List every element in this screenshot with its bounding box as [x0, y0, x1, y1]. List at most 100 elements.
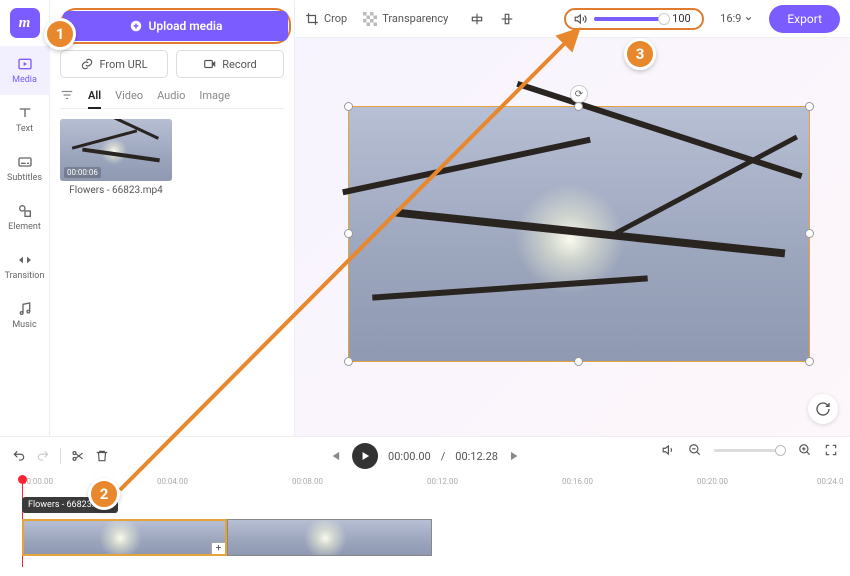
rail-label: Element [8, 222, 41, 232]
current-time: 00:00.00 [388, 450, 431, 463]
play-button[interactable] [352, 443, 378, 469]
subtitles-icon [16, 154, 34, 170]
video-track: + [22, 519, 432, 556]
resize-handle-se[interactable] [805, 357, 814, 366]
refresh-icon [815, 401, 831, 417]
ruler-tick: 00:24.0 [817, 477, 844, 486]
rail-item-transition[interactable]: Transition [0, 242, 50, 291]
media-icon [16, 56, 34, 72]
ratio-value: 16:9 [720, 12, 741, 25]
separator [60, 448, 61, 464]
transparency-label: Transparency [382, 12, 448, 25]
ruler-tick: 00:08.00 [292, 477, 323, 486]
left-nav-rail: m Media Text Subtitles Element Transitio… [0, 0, 50, 436]
volume-control[interactable]: 100 [564, 8, 704, 30]
rail-item-music[interactable]: Music [0, 291, 50, 340]
total-time: 00:12.28 [455, 450, 498, 463]
upload-media-button[interactable]: Upload media [63, 11, 288, 41]
plus-circle-icon [129, 19, 143, 33]
rail-item-media[interactable]: Media [0, 46, 50, 95]
fit-button[interactable] [824, 443, 838, 457]
rail-label: Music [12, 320, 36, 330]
link-icon [80, 57, 94, 71]
delete-button[interactable] [95, 449, 109, 463]
tab-image[interactable]: Image [199, 89, 230, 102]
mute-button[interactable] [662, 443, 676, 457]
video-preview-frame[interactable]: ⟳ [348, 106, 810, 362]
transition-icon [16, 252, 34, 268]
play-icon [359, 450, 371, 462]
canvas-toolbar: Crop Transparency 100 16:9 Export [295, 0, 850, 38]
step-badge-2: 2 [88, 478, 120, 510]
playback-controls: 00:00.00 / 00:12.28 [328, 443, 522, 469]
timeline-right-tools [662, 443, 838, 457]
step1-highlight: Upload media [60, 8, 291, 44]
rail-label: Media [12, 75, 37, 85]
media-panel: Upload media From URL Record All Video A… [50, 0, 295, 436]
resize-handle-nw[interactable] [344, 102, 353, 111]
resize-handle-sw[interactable] [344, 357, 353, 366]
ruler-tick: 00:16.00 [562, 477, 593, 486]
from-url-label: From URL [99, 58, 147, 71]
resize-handle-w[interactable] [344, 229, 353, 238]
split-button[interactable] [71, 449, 85, 463]
resize-handle-n[interactable] [574, 102, 583, 111]
crop-button[interactable]: Crop [305, 12, 347, 26]
transparency-icon [363, 12, 377, 26]
record-button[interactable]: Record [176, 50, 284, 78]
app-logo: m [10, 8, 40, 38]
timeline-panel: 00:00.00 / 00:12.28 00:00.00 00:04.00 00… [0, 436, 850, 576]
resize-handle-e[interactable] [805, 229, 814, 238]
record-label: Record [222, 58, 256, 71]
media-thumbnail[interactable]: 00:00:06 Flowers - 66823.mp4 [60, 119, 172, 196]
thumbnail-duration: 00:00:06 [64, 167, 101, 178]
zoom-in-button[interactable] [798, 443, 812, 457]
align-h-icon[interactable] [470, 12, 484, 26]
filter-icon[interactable] [60, 88, 74, 102]
export-button[interactable]: Export [769, 5, 840, 33]
music-icon [16, 301, 34, 317]
time-sep: / [441, 450, 446, 463]
rail-label: Transition [5, 271, 45, 281]
tab-audio[interactable]: Audio [157, 89, 185, 102]
crop-label: Crop [324, 12, 347, 25]
media-filter-tabs: All Video Audio Image [60, 88, 284, 109]
resize-handle-s[interactable] [574, 357, 583, 366]
step-badge-3: 3 [624, 38, 656, 70]
ruler-tick: 00:20.00 [697, 477, 728, 486]
resize-handle-ne[interactable] [805, 102, 814, 111]
crop-icon [305, 12, 319, 26]
rail-item-text[interactable]: Text [0, 95, 50, 144]
clip-add-button[interactable]: + [211, 542, 226, 555]
skip-back-button[interactable] [328, 449, 342, 463]
zoom-out-button[interactable] [688, 443, 702, 457]
from-url-button[interactable]: From URL [60, 50, 168, 78]
timeline-clip[interactable] [227, 519, 432, 556]
redo-button[interactable] [36, 449, 50, 463]
thumbnail-filename: Flowers - 66823.mp4 [60, 185, 172, 196]
timeline-ruler[interactable]: 00:00.00 00:04.00 00:08.00 00:12.00 00:1… [12, 477, 838, 495]
volume-value: 100 [672, 12, 694, 25]
text-icon [16, 105, 34, 121]
ruler-tick: 00:12.00 [427, 477, 458, 486]
record-icon [203, 57, 217, 71]
aspect-ratio-select[interactable]: 16:9 [720, 12, 753, 25]
chevron-down-icon [744, 14, 753, 23]
skip-forward-button[interactable] [508, 449, 522, 463]
rail-label: Text [16, 124, 33, 134]
rotate-handle[interactable]: ⟳ [570, 85, 588, 103]
thumbnail-image: 00:00:06 [60, 119, 172, 181]
tab-all[interactable]: All [88, 89, 101, 109]
tab-video[interactable]: Video [115, 89, 143, 102]
timeline-clip-selected[interactable]: + [22, 519, 227, 556]
transparency-button[interactable]: Transparency [363, 12, 448, 26]
ruler-tick: 00:04.00 [157, 477, 188, 486]
step-badge-1: 1 [44, 18, 76, 50]
undo-button[interactable] [12, 449, 26, 463]
align-v-icon[interactable] [500, 12, 514, 26]
zoom-slider[interactable] [714, 449, 786, 452]
refresh-button[interactable] [808, 394, 838, 424]
rail-item-subtitles[interactable]: Subtitles [0, 144, 50, 193]
volume-slider[interactable] [594, 17, 666, 21]
rail-item-element[interactable]: Element [0, 193, 50, 242]
